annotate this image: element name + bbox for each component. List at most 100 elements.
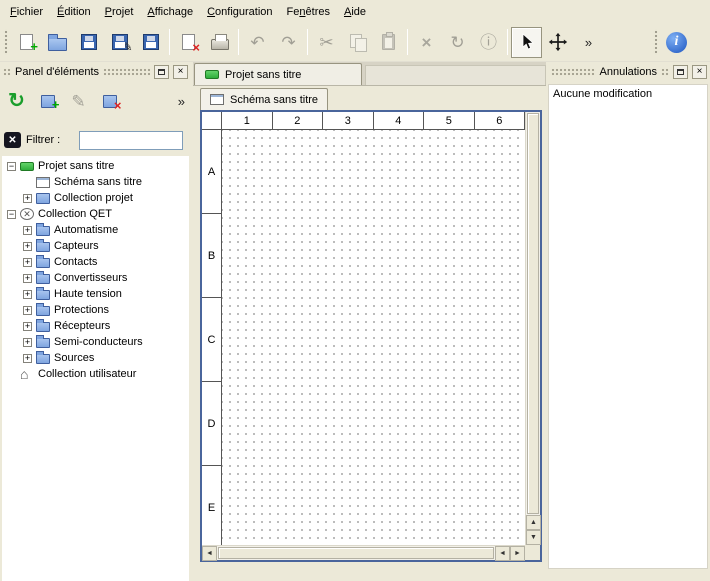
dock-float-button[interactable] [673, 65, 688, 79]
reload-collections-button[interactable]: ↻ [2, 87, 31, 116]
filter-input[interactable] [79, 131, 183, 150]
column-header-label: 3 [345, 115, 351, 127]
menu-item[interactable]: Fichier [3, 2, 50, 22]
undo-history-list[interactable]: Aucune modification [548, 84, 708, 569]
tree-expander[interactable]: − [7, 162, 16, 171]
project-tab[interactable]: Projet sans titre [194, 63, 362, 85]
tree-item[interactable]: + Protections [2, 302, 189, 318]
tree-expander[interactable]: + [23, 194, 32, 203]
elements-tree[interactable]: − Projet sans titre Schéma sans titre + … [2, 156, 189, 581]
diagram-tab[interactable]: Schéma sans titre [200, 88, 328, 110]
diagram-view[interactable]: 1 2 3 4 5 [200, 110, 542, 562]
move-mode-button[interactable] [542, 27, 573, 58]
delete-button[interactable]: × [411, 27, 442, 58]
element-info-icon: ⓘ [480, 34, 497, 51]
dock-close-button[interactable]: × [173, 65, 188, 79]
tree-item[interactable]: − Projet sans titre [2, 158, 189, 174]
diagram-canvas[interactable] [222, 130, 525, 545]
close-icon: × [178, 67, 184, 77]
tree-expander[interactable]: + [23, 306, 32, 315]
new-file-icon: + [20, 34, 33, 50]
tree-expander[interactable]: + [23, 338, 32, 347]
menu-item[interactable]: Configuration [200, 2, 279, 22]
paste-button[interactable] [373, 27, 404, 58]
toolbar-overflow-button[interactable]: » [573, 27, 604, 58]
print-button[interactable] [204, 27, 235, 58]
elements-panel-toolbar: ↻ + ✎ × » [0, 84, 191, 118]
tree-item-icon [20, 162, 34, 171]
menu-item[interactable]: Projet [98, 2, 141, 22]
dock-float-button[interactable] [154, 65, 169, 79]
tree-expander[interactable]: + [23, 242, 32, 251]
vertical-scrollbar-thumb[interactable] [527, 113, 539, 514]
main-toolbar: + ✎ × ↶ ↷ ✂ [0, 23, 710, 62]
row-header-cell: E [202, 466, 222, 545]
select-mode-button[interactable] [511, 27, 542, 58]
open-file-button[interactable] [42, 27, 73, 58]
menu-item[interactable]: Édition [50, 2, 98, 22]
save-button[interactable] [73, 27, 104, 58]
tree-item[interactable]: + Semi-conducteurs [2, 334, 189, 350]
row-header-label: C [208, 334, 216, 346]
row-header-label: A [208, 166, 215, 178]
scroll-up-button[interactable]: ▲ [526, 515, 541, 530]
close-file-button[interactable]: × [173, 27, 204, 58]
dock-grip[interactable] [661, 68, 669, 76]
reload-icon: ↻ [8, 91, 25, 111]
tree-expander[interactable]: − [7, 210, 16, 219]
menu-item[interactable]: Affichage [140, 2, 200, 22]
tree-item[interactable]: Schéma sans titre [2, 174, 189, 190]
undo-panel-titlebar[interactable]: Annulations × [548, 62, 710, 82]
rotate-button[interactable]: ↻ [442, 27, 473, 58]
tree-expander[interactable]: + [23, 258, 32, 267]
menu-item[interactable]: Fenêtres [280, 2, 337, 22]
new-file-button[interactable]: + [11, 27, 42, 58]
delete-element-button[interactable]: × [95, 87, 124, 116]
help-toolbar-grip[interactable] [653, 29, 658, 55]
tree-item-icon [36, 242, 50, 252]
tree-expander[interactable]: + [23, 274, 32, 283]
scroll-left-button[interactable]: ◄ [202, 546, 217, 561]
tree-item[interactable]: Collection utilisateur [2, 366, 189, 382]
tree-expander[interactable]: + [23, 322, 32, 331]
dock-grip[interactable] [551, 68, 596, 76]
dock-grip[interactable] [103, 68, 150, 76]
tree-item[interactable]: + Haute tension [2, 286, 189, 302]
copy-button[interactable] [342, 27, 373, 58]
new-element-button[interactable]: + [33, 87, 62, 116]
panel-toolbar-overflow-button[interactable]: » [174, 92, 189, 111]
save-as-button[interactable]: ✎ [104, 27, 135, 58]
tree-item[interactable]: − Collection QET [2, 206, 189, 222]
help-about-button[interactable]: i [661, 27, 692, 58]
scroll-down-button[interactable]: ▼ [526, 530, 541, 545]
redo-button[interactable]: ↷ [273, 27, 304, 58]
pencil-badge-icon: ✎ [122, 40, 132, 54]
horizontal-scrollbar[interactable]: ◄ ◄ ► [202, 545, 525, 560]
tree-item[interactable]: + Automatisme [2, 222, 189, 238]
tree-item[interactable]: + Sources [2, 350, 189, 366]
tree-expander[interactable]: + [23, 226, 32, 235]
dock-grip[interactable] [3, 68, 11, 76]
tree-expander[interactable]: + [23, 290, 32, 299]
save-all-button[interactable] [135, 27, 166, 58]
cut-button[interactable]: ✂ [311, 27, 342, 58]
tree-item[interactable]: + Récepteurs [2, 318, 189, 334]
tree-item[interactable]: + Convertisseurs [2, 270, 189, 286]
scroll-right-button[interactable]: ► [510, 546, 525, 561]
tree-item[interactable]: + Capteurs [2, 238, 189, 254]
toolbar-grip[interactable] [3, 29, 8, 55]
tree-item[interactable]: + Contacts [2, 254, 189, 270]
scroll-left-button-2[interactable]: ◄ [495, 546, 510, 561]
horizontal-scrollbar-thumb[interactable] [218, 547, 494, 559]
edit-element-button[interactable]: ✎ [64, 87, 93, 116]
clear-filter-icon[interactable]: ✕ [4, 132, 21, 148]
dock-close-button[interactable]: × [692, 65, 707, 79]
tree-item[interactable]: + Collection projet [2, 190, 189, 206]
elements-panel-titlebar[interactable]: Panel d'éléments × [0, 62, 191, 82]
tree-expander[interactable]: + [23, 354, 32, 363]
menu-item[interactable]: Aide [337, 2, 373, 22]
left-arrow-icon: ◄ [499, 550, 506, 557]
undo-button[interactable]: ↶ [242, 27, 273, 58]
element-info-button[interactable]: ⓘ [473, 27, 504, 58]
vertical-scrollbar[interactable]: ▲ ▼ [525, 112, 540, 545]
